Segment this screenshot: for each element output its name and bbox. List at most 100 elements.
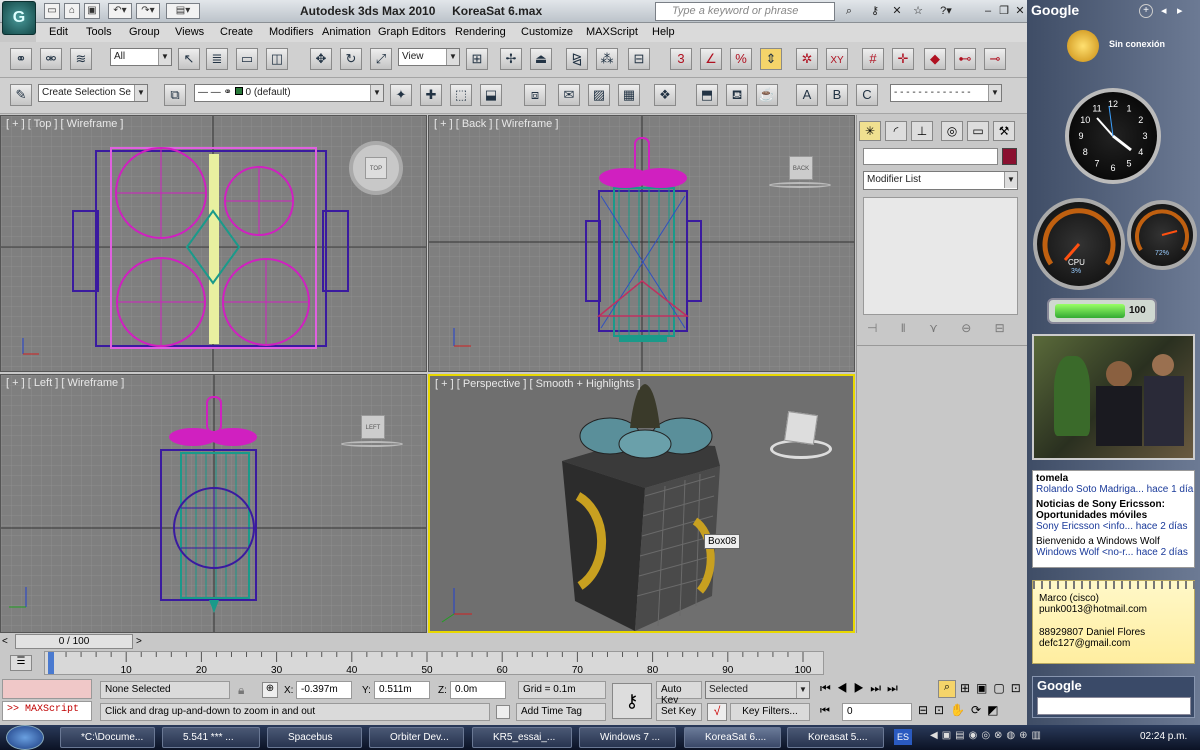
selection-filter-dropdown[interactable]: All ▼ [110,48,172,66]
weather-gadget[interactable]: Sin conexión [1037,28,1187,80]
maxscript-listener[interactable]: >> MAXScript [2,701,92,721]
taskbar-clock[interactable]: 02:24 p.m. [1140,731,1187,742]
rectangular-selection-icon[interactable]: ▭ [236,48,258,70]
keyboard-shortcut-override-icon[interactable]: ⏏ [530,48,552,70]
snaps-toggle-icon[interactable]: 3 [670,48,692,70]
stack-controls[interactable]: ⊣ ‖ ⋎ ⊖ ⊟ [867,321,1015,335]
curve-editor-icon[interactable]: ✉ [558,84,580,106]
sidebar-next-icon[interactable]: ▸ [1177,4,1183,17]
viewport-left-label[interactable]: [ + ] [ Left ] [ Wireframe ] [6,377,124,389]
notes-gadget[interactable]: Marco (cisco) punk0013@hotmail.com 88929… [1032,580,1196,664]
select-object-icon[interactable]: ↖ [178,48,200,70]
task-item[interactable]: Orbiter Dev... [369,727,464,748]
y-coordinate-field[interactable]: 0.511m [374,681,430,699]
key-mode-toggle-icon[interactable]: ⏮ [820,705,830,718]
viewport-nav-controls-2[interactable]: ⊟⊡✋⟳◩ [918,703,1004,717]
open-file-icon[interactable]: ⌂ [64,3,80,19]
z-coordinate-field[interactable]: 0.0m [450,681,506,699]
select-by-name-icon[interactable]: ≣ [206,48,228,70]
layer-manager-icon[interactable]: ⧉ [164,84,186,106]
select-manipulate-icon[interactable]: ✢ [500,48,522,70]
material-spheres-icon[interactable]: ❖ [654,84,676,106]
create-tab-icon[interactable]: ✳ [859,121,881,141]
menu-help[interactable]: Help [652,26,675,38]
abc-edit-icon[interactable]: ✎ [10,84,32,106]
viewcube-back[interactable]: BACK [769,154,831,190]
absolute-mode-icon[interactable]: ⊕ [262,682,278,698]
timeline-next-icon[interactable]: > [136,636,142,647]
app-logo-icon[interactable]: G [2,1,36,35]
project-folder-icon[interactable]: ▤▾ [166,3,200,19]
viewcube-left[interactable]: LEFT [341,415,403,451]
google-search-input[interactable] [1037,697,1191,715]
menu-animation[interactable]: Animation [322,26,371,38]
feed-item-1[interactable]: tomela Rolando Soto Madriga... hace 1 dí… [1033,471,1194,497]
google-search-gadget[interactable]: Google [1032,676,1195,718]
set-key-button[interactable]: Set Key [656,703,702,721]
render-b-icon[interactable]: B [826,84,848,106]
set-key-big-icon[interactable]: ⚷ [612,683,652,719]
sidebar-prev-icon[interactable]: ◂ [1161,4,1167,17]
menu-graph-editors[interactable]: Graph Editors [378,26,446,38]
object-color-swatch[interactable] [1002,148,1017,165]
viewport-nav-controls[interactable]: ⊞▣▢⊡ [960,681,1027,695]
memory-meter-gadget[interactable]: 72% [1127,200,1197,270]
close-icon[interactable]: ✕ [1012,3,1027,19]
feed-item-2[interactable]: Noticias de Sony Ericsson: Oportunidades… [1033,497,1194,534]
favorites-star-icon[interactable]: ☆ [910,3,926,19]
task-item[interactable]: *C:\Docume... [60,727,155,748]
zoom-icon[interactable]: ⌕ [938,680,956,698]
task-item[interactable]: Koreasat 5.... [787,727,884,748]
menu-views[interactable]: Views [175,26,204,38]
track-bar[interactable]: 0102030405060708090100 [44,651,824,676]
modifier-stack[interactable] [863,197,1018,315]
auto-key-button[interactable]: Auto Key [656,681,702,706]
viewcube-top-face[interactable]: TOP [365,157,387,179]
restore-icon[interactable]: ❐ [996,3,1012,19]
task-item[interactable]: KR5_essai_... [472,727,572,748]
playback-controls[interactable]: ⏮◀▶⏭⏭ [820,681,904,696]
motion-tab-icon[interactable]: ◎ [941,121,963,141]
feed-item-3[interactable]: Bienvenido a Windows Wolf Windows Wolf <… [1033,534,1194,560]
x-coordinate-field[interactable]: -0.397m [296,681,352,699]
menu-rendering[interactable]: Rendering [455,26,506,38]
viewport-left[interactable]: [ + ] [ Left ] [ Wireframe ] LEFT [0,374,427,633]
menu-tools[interactable]: Tools [86,26,112,38]
redo-icon[interactable]: ↷▾ [136,3,160,19]
task-item[interactable]: Windows 7 ... [579,727,676,748]
time-cursor[interactable] [48,652,54,674]
help-icon[interactable]: ?▾ [933,3,959,19]
bind-space-warp-icon[interactable]: ≋ [70,48,92,70]
viewcube-back-face[interactable]: BACK [789,156,813,180]
select-and-scale-icon[interactable]: ⤢ [370,48,392,70]
viewcube-left-face[interactable]: LEFT [361,415,385,439]
menu-edit[interactable]: Edit [49,26,68,38]
add-to-layer-icon[interactable]: ✚ [420,84,442,106]
display-tab-icon[interactable]: ▭ [967,121,989,141]
key-filters-button[interactable]: Key Filters... [730,703,810,721]
select-in-layer-icon[interactable]: ⬚ [450,84,472,106]
modifier-list-dropdown[interactable]: Modifier List ▼ [863,171,1018,190]
binoculars-icon[interactable]: ⌕ [841,3,857,19]
current-frame-field[interactable]: 0 [842,703,912,721]
reference-coordinate-dropdown[interactable]: View ▼ [398,48,460,66]
mini-curve-editor-icon[interactable]: ☰ [10,655,32,671]
quick-render-icon[interactable]: ☕ [756,84,778,106]
hierarchy-tab-icon[interactable]: ⊥ [911,121,933,141]
key-icon[interactable]: ⚷ [867,3,883,19]
named-selection-dropdown[interactable]: Create Selection Se ▼ [38,84,148,102]
midpoint-snap-icon[interactable]: ⊸ [984,48,1006,70]
align-icon[interactable]: ⊟ [628,48,650,70]
viewcube-perspective[interactable] [770,411,832,461]
menu-maxscript[interactable]: MAXScript [586,26,638,38]
spinner-snap-icon[interactable]: ⇕ [760,48,782,70]
mirror-icon[interactable]: ⧎ [566,48,588,70]
photo-slideshow-gadget[interactable] [1032,334,1195,460]
timeline-prev-icon[interactable]: < [2,636,8,647]
key-mode-dropdown[interactable]: Selected ▼ [705,681,810,699]
language-indicator[interactable]: ES [894,729,912,745]
xy-constraint-icon[interactable]: XY [826,48,848,70]
select-and-link-icon[interactable]: ⚭ [10,48,32,70]
endpoint-snap-icon[interactable]: ⊷ [954,48,976,70]
modify-tab-icon[interactable]: ◜ [885,121,907,141]
